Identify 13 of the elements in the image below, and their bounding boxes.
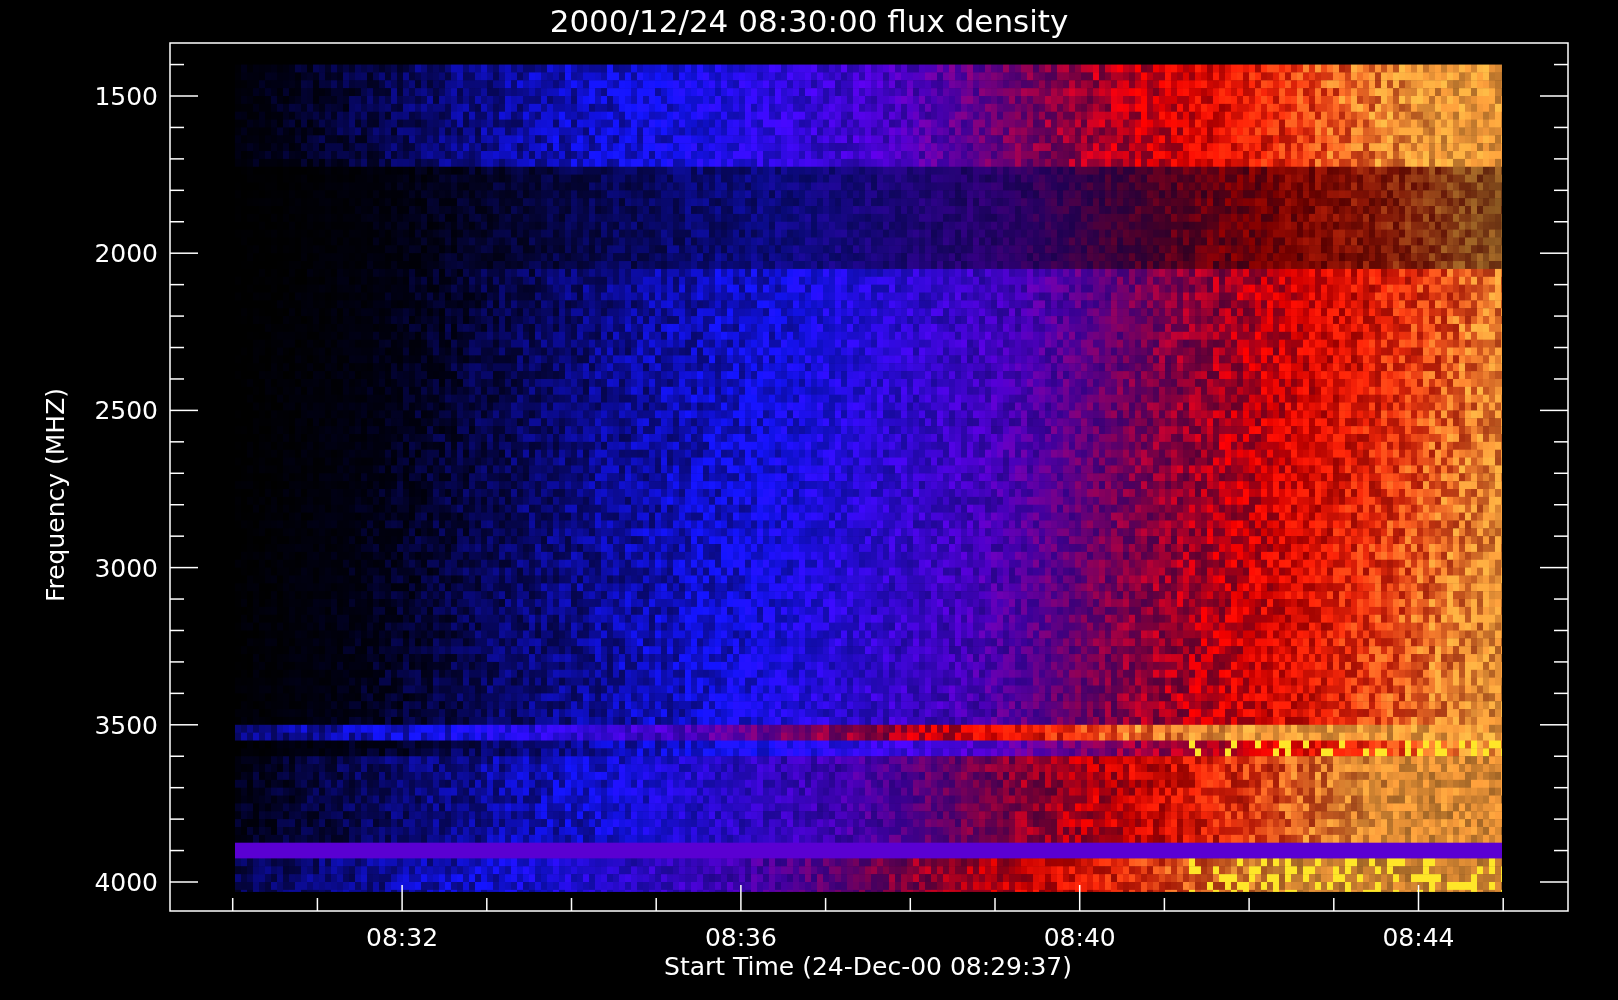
tick-label: 4000 xyxy=(94,868,158,897)
chart-title: 2000/12/24 08:30:00 flux density xyxy=(549,2,1069,41)
tick-label: 08:36 xyxy=(704,923,777,952)
tick-label: 08:32 xyxy=(366,923,439,952)
axis-title: Start Time (24-Dec-00 08:29:37) xyxy=(664,952,1072,981)
tick-label: 2500 xyxy=(94,396,158,426)
tick-label: 08:40 xyxy=(1043,923,1116,952)
tick-label: 2000 xyxy=(94,239,158,269)
tick-label: 08:44 xyxy=(1382,923,1455,952)
tick-label: 3000 xyxy=(94,553,158,583)
tick-label: 3500 xyxy=(94,710,158,740)
tick-label: 1500 xyxy=(94,82,158,111)
axis-title: Frequency (MHZ) xyxy=(41,387,70,603)
